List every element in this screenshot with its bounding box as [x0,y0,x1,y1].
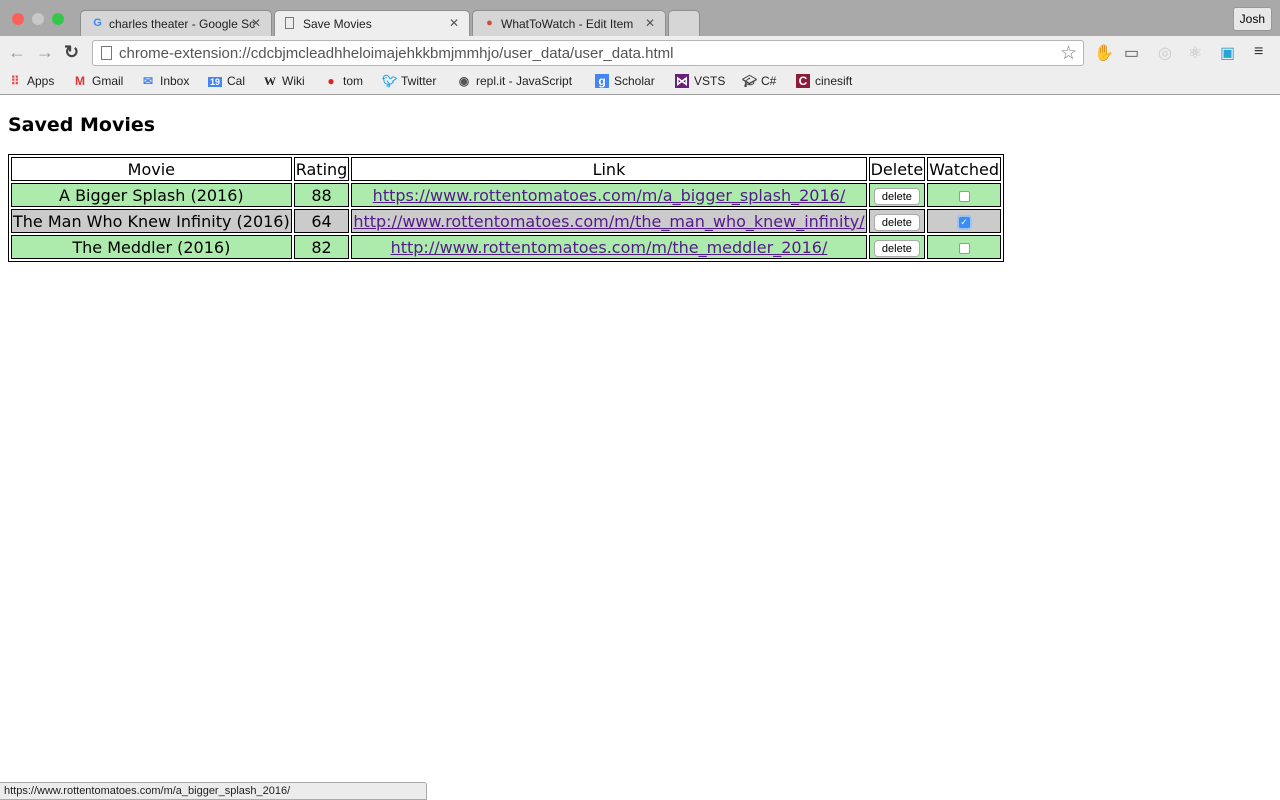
table-header-row: Movie Rating Link Delete Watched [11,157,1001,181]
extension-icon[interactable]: ◎ [1158,43,1172,63]
bookmark-scholar[interactable]: g Scholar [595,74,655,88]
profile-button[interactable]: Josh [1232,7,1272,31]
close-tab-icon[interactable]: ✕ [251,16,261,30]
movie-rating: 88 [293,183,350,207]
chrome-icon: ● [486,17,493,29]
movie-link[interactable]: http://www.rottentomatoes.com/m/the_medd… [391,238,828,257]
table-row: The Meddler (2016) 82 http://www.rottent… [11,235,1001,259]
tab-whattowatch[interactable]: ● WhatToWatch - Edit Item ✕ [472,10,666,36]
gmail-icon: M [75,74,85,88]
tab-save-movies[interactable]: Save Movies ✕ [274,10,470,37]
browser-chrome: G charles theater - Google Sc ✕ Save Mov… [0,0,1280,95]
watched-checkbox[interactable] [958,242,970,254]
movie-link[interactable]: http://www.rottentomatoes.com/m/the_man_… [353,212,864,231]
header-link: Link [351,157,867,181]
movie-rating: 82 [293,235,350,259]
bookmark-apps[interactable]: ⠿ Apps [8,74,55,88]
bookmark-replit[interactable]: ◉ repl.it - JavaScript [457,74,572,88]
header-watched: Watched [927,157,1001,181]
bookmarks-bar: ⠿ Apps M Gmail ✉ Inbox 19 Cal W Wiki ● tom 🐦︎ T… [0,70,1280,94]
react-icon[interactable]: ⚛ [1188,43,1202,63]
minimize-window-button[interactable] [32,13,44,25]
inbox-icon: ✉ [142,74,154,88]
movie-title: The Meddler (2016) [11,235,292,259]
bookmark-gmail[interactable]: M Gmail [73,74,123,88]
bookmark-cal[interactable]: 19 Cal [208,74,245,88]
watched-checkbox[interactable]: ✓ [958,216,970,228]
bookmark-twitter[interactable]: 🐦︎ Twitter [382,74,436,88]
google-icon: G [93,17,102,29]
delete-button[interactable]: delete [873,214,920,232]
movie-rating: 64 [293,209,350,233]
tomato-icon: ● [327,74,335,88]
adblock-icon[interactable]: ✋ [1094,43,1114,63]
bookmark-wiki[interactable]: W Wiki [263,74,305,89]
close-tab-icon[interactable]: ✕ [449,16,459,30]
star-icon[interactable]: ☆ [1060,42,1077,65]
header-delete: Delete [868,157,926,181]
bookmark-csharp[interactable]: 🎓︎ C# [742,74,776,88]
address-bar[interactable]: chrome-extension://cdcbjmcleadhheloimaje… [92,40,1084,66]
page-title: Saved Movies [8,114,156,136]
calendar-icon: 19 [208,77,222,87]
bookmark-vsts[interactable]: ⋈ VSTS [675,74,725,88]
tab-strip: G charles theater - Google Sc ✕ Save Mov… [0,0,1280,37]
header-rating: Rating [293,157,350,181]
tab-title: charles theater - Google Sc [109,17,256,31]
replit-icon: ◉ [458,74,470,88]
toolbar: ← → ↻ chrome-extension://cdcbjmcleadhhel… [0,36,1280,70]
forward-icon[interactable]: → [36,42,54,63]
movie-link[interactable]: https://www.rottentomatoes.com/m/a_bigge… [373,186,846,205]
watched-checkbox[interactable] [958,190,970,202]
new-tab-button[interactable] [668,10,700,36]
cast-icon[interactable]: ▭ [1124,43,1139,63]
close-window-button[interactable] [12,13,24,25]
bookmark-tom[interactable]: ● tom [324,74,363,88]
bookmark-cinesift[interactable]: Ccinesift [796,74,852,88]
delete-button[interactable]: delete [873,188,920,206]
maximize-window-button[interactable] [52,13,64,25]
table-row: A Bigger Splash (2016) 88 https://www.ro… [11,183,1001,207]
table-row: The Man Who Knew Infinity (2016) 64 http… [11,209,1001,233]
movie-title: The Man Who Knew Infinity (2016) [11,209,292,233]
page-icon [101,46,112,60]
bookmark-inbox[interactable]: ✉ Inbox [141,74,189,88]
page-icon [285,17,294,29]
movie-extension-icon[interactable]: ▣ [1220,43,1235,63]
tab-title: WhatToWatch - Edit Item [501,17,634,31]
wikipedia-icon: W [264,74,276,88]
tab-title: Save Movies [303,17,372,31]
close-tab-icon[interactable]: ✕ [645,16,655,30]
scholar-icon: g [595,74,609,88]
movie-title: A Bigger Splash (2016) [11,183,292,207]
header-movie: Movie [11,157,292,181]
reload-icon[interactable]: ↻ [64,42,79,63]
delete-button[interactable]: delete [873,240,920,258]
back-icon[interactable]: ← [8,42,26,63]
tab-google-search[interactable]: G charles theater - Google Sc ✕ [80,10,272,36]
twitter-icon: 🐦︎ [382,74,398,88]
menu-icon[interactable]: ≡ [1254,43,1263,61]
url-text: chrome-extension://cdcbjmcleadhheloimaje… [119,45,674,62]
saved-movies-table: Movie Rating Link Delete Watched A Bigge… [8,154,1004,262]
status-bar: https://www.rottentomatoes.com/m/a_bigge… [0,782,427,800]
cinesift-icon: C [796,74,810,88]
vsts-icon: ⋈ [675,74,689,88]
graduation-cap-icon: 🎓︎ [742,74,758,88]
apps-icon: ⠿ [10,74,20,88]
